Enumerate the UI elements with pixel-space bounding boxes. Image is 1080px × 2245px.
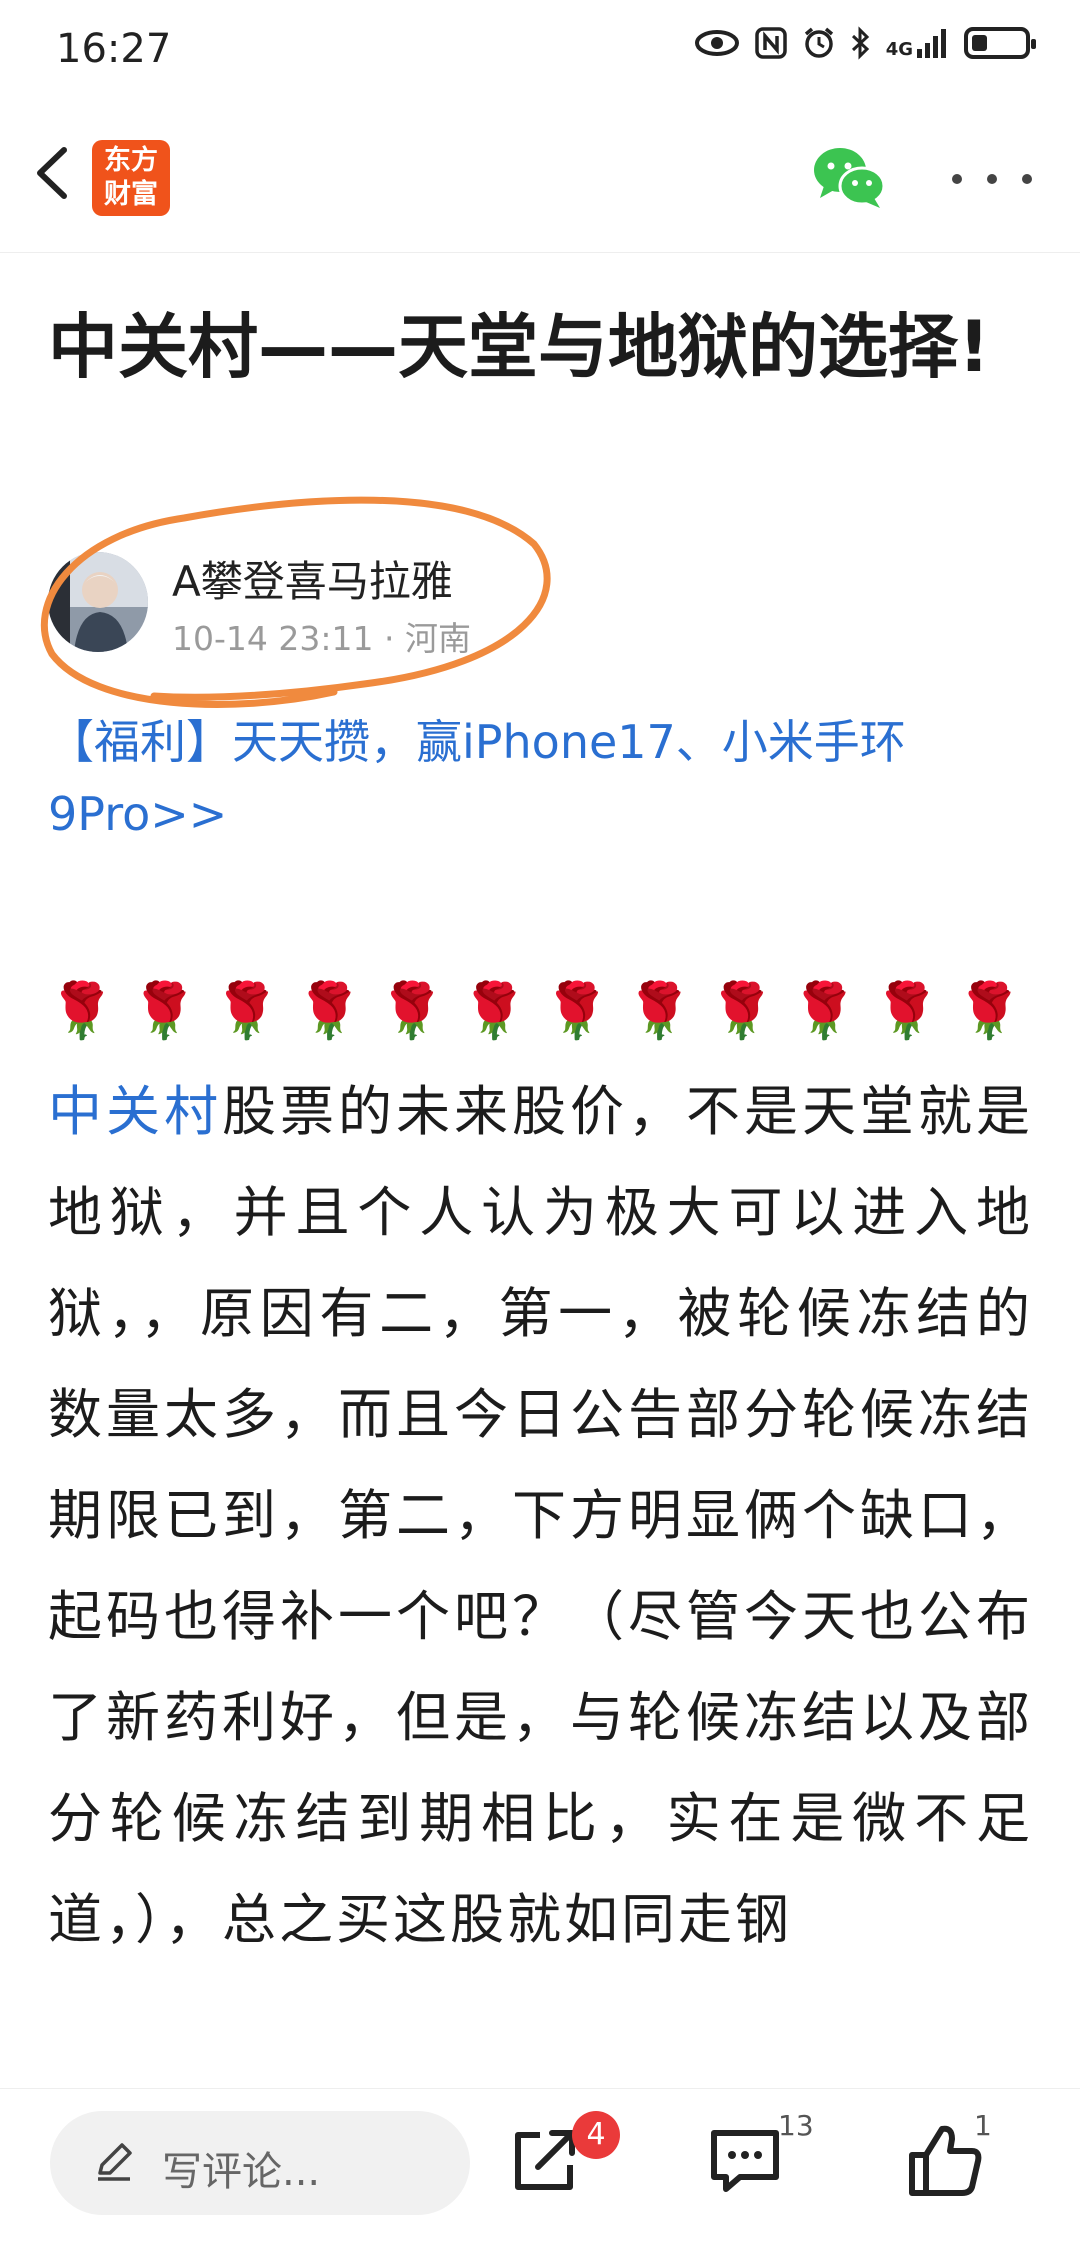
more-icon[interactable] <box>952 154 1032 204</box>
network-type: 4G <box>885 39 913 60</box>
stock-link[interactable]: 中关村 <box>48 1080 222 1143</box>
article-title: 中关村——天堂与地狱的选择! <box>48 306 990 388</box>
dot <box>1022 174 1032 184</box>
post-meta: 10-14 23:11 · 河南 <box>172 619 471 658</box>
back-icon[interactable] <box>22 138 92 208</box>
author-name[interactable]: A攀登喜马拉雅 <box>172 548 453 609</box>
article-body: 🌹🌹🌹🌹🌹🌹🌹🌹🌹🌹🌹🌹 中关村股票的未来股价，不是天堂就是地狱，并且个人认为极… <box>48 960 1033 1970</box>
comment-placeholder: 写评论... <box>162 2149 321 2195</box>
status-icons: 4G <box>694 26 1036 60</box>
app-logo[interactable]: 东方 财富 <box>92 140 170 216</box>
comment-input[interactable]: 写评论... <box>50 2111 470 2215</box>
logo-line-2: 财富 <box>104 179 158 210</box>
comment-icon[interactable] <box>700 2115 790 2205</box>
bluetooth-icon <box>851 26 869 60</box>
comment-count: 13 <box>778 2109 814 2142</box>
dot <box>952 174 962 184</box>
dot <box>987 174 997 184</box>
author-avatar[interactable] <box>48 552 148 652</box>
battery-icon <box>964 27 1036 59</box>
nfc-icon <box>754 27 787 59</box>
status-time: 16:27 <box>56 26 172 72</box>
pen-icon <box>98 2143 132 2181</box>
status-bar: 16:27 4G <box>0 0 1080 100</box>
article-body-text: 股票的未来股价，不是天堂就是地狱，并且个人认为极大可以进入地狱，，原因有二，第一… <box>48 1080 1033 1951</box>
alarm-icon <box>804 27 833 58</box>
rose-emoji-row: 🌹🌹🌹🌹🌹🌹🌹🌹🌹🌹🌹🌹 <box>48 979 1033 1042</box>
logo-line-1: 东方 <box>104 145 158 176</box>
share-badge: 4 <box>572 2111 620 2159</box>
wechat-icon[interactable] <box>810 142 890 214</box>
eye-icon <box>694 30 739 56</box>
battery-level <box>972 35 987 51</box>
bottom-action-bar: 写评论... 4 13 1 <box>0 2088 1080 2245</box>
app-header: 东方 财富 <box>0 100 1080 253</box>
signal-icon: 4G <box>886 27 950 59</box>
author-row[interactable]: A攀登喜马拉雅 10-14 23:11 · 河南 <box>48 548 648 658</box>
like-count: 1 <box>974 2109 992 2142</box>
promo-link[interactable]: 【福利】天天攒，赢iPhone17、小米手环9Pro>> <box>48 706 1038 850</box>
